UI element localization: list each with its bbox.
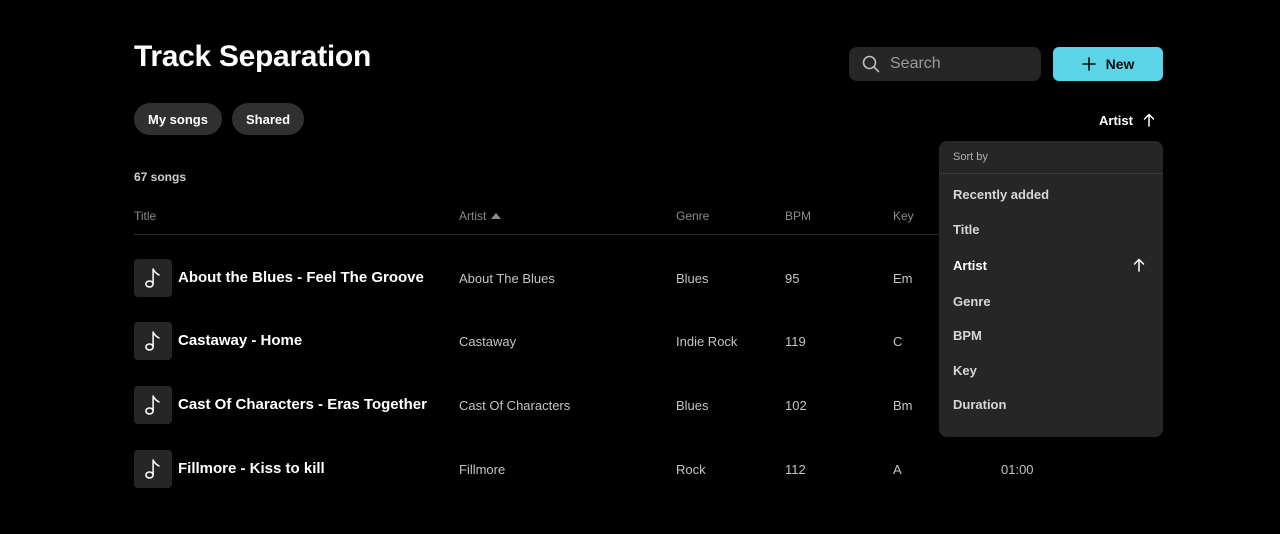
column-header-bpm-label: BPM (785, 209, 812, 223)
track-artist: Castaway (459, 334, 517, 349)
track-artist: Cast Of Characters (459, 398, 571, 413)
sort-option-artist[interactable]: Artist (939, 250, 1163, 280)
search-icon (862, 55, 880, 73)
column-header-genre[interactable]: Genre (676, 209, 709, 223)
sort-option-key[interactable]: Key (939, 355, 1163, 385)
track-genre: Blues (676, 398, 709, 413)
column-header-title[interactable]: Title (134, 209, 156, 223)
track-bpm: 119 (785, 334, 806, 349)
arrow-up-icon (1133, 258, 1145, 272)
track-key: Bm (893, 398, 913, 413)
new-button-label: New (1105, 56, 1135, 72)
filter-my-songs[interactable]: My songs (134, 103, 222, 135)
track-key: C (893, 334, 903, 349)
song-count: 67 songs (134, 170, 187, 184)
sort-control[interactable]: Artist (1099, 110, 1155, 130)
table-row[interactable]: Fillmore - Kiss to kill Fillmore Rock 11… (134, 450, 1163, 488)
track-bpm: 102 (785, 398, 807, 413)
sort-option-label: Key (953, 362, 977, 378)
sort-menu-divider (939, 173, 1163, 174)
sort-option-label: Artist (953, 257, 987, 273)
track-key: Em (893, 271, 913, 286)
column-header-bpm[interactable]: BPM (785, 209, 811, 223)
column-header-key-label: Key (893, 209, 914, 223)
column-header-artist-label: Artist (459, 209, 487, 223)
track-separation-page: Track Separation New My songs Shared Art… (0, 0, 1280, 534)
track-bpm: 95 (785, 271, 800, 286)
track-thumbnail (134, 322, 172, 360)
sort-current-label: Artist (1099, 112, 1133, 128)
track-title: Cast Of Characters - Eras Together (178, 396, 427, 413)
music-note-icon (145, 395, 160, 415)
track-thumbnail (134, 450, 172, 488)
track-key: A (893, 462, 902, 477)
sort-option-label: Recently added (953, 186, 1050, 202)
sort-ascending-icon (491, 213, 502, 219)
track-genre: Rock (676, 462, 706, 477)
sort-option-label: BPM (953, 327, 982, 343)
arrow-up-icon (1143, 113, 1155, 127)
track-thumbnail (134, 259, 172, 297)
plus-icon (1081, 57, 1096, 71)
music-note-icon (145, 331, 160, 351)
music-note-icon (145, 459, 160, 479)
sort-option-label: Genre (953, 293, 991, 309)
track-artist: About The Blues (459, 271, 555, 286)
track-genre: Indie Rock (676, 334, 738, 349)
track-thumbnail (134, 386, 172, 424)
column-header-genre-label: Genre (676, 209, 710, 223)
column-header-artist[interactable]: Artist (459, 209, 502, 223)
search-box[interactable] (849, 47, 1041, 81)
column-header-key[interactable]: Key (893, 209, 914, 223)
new-button[interactable]: New (1053, 47, 1163, 81)
track-genre: Blues (676, 271, 709, 286)
track-bpm: 112 (785, 462, 806, 477)
sort-option-title[interactable]: Title (939, 214, 1163, 244)
column-header-title-label: Title (134, 209, 157, 223)
filter-shared[interactable]: Shared (232, 103, 305, 135)
track-title: About the Blues - Feel The Groove (178, 269, 424, 286)
page-title: Track Separation (134, 40, 371, 73)
track-title: Castaway - Home (178, 332, 303, 349)
sort-menu: Sort by Recently added Title Artist Genr… (939, 141, 1163, 437)
sort-option-label: Title (953, 221, 980, 237)
sort-menu-label: Sort by (953, 151, 988, 163)
sort-option-genre[interactable]: Genre (939, 286, 1163, 316)
search-input[interactable] (890, 55, 1030, 73)
sort-option-duration[interactable]: Duration (939, 389, 1163, 419)
track-artist: Fillmore (459, 462, 506, 477)
music-note-icon (145, 268, 160, 288)
track-duration: 01:00 (1001, 462, 1034, 477)
track-title: Fillmore - Kiss to kill (178, 460, 325, 477)
sort-option-bpm[interactable]: BPM (939, 320, 1163, 350)
sort-option-label: Duration (953, 396, 1007, 412)
sort-option-recently-added[interactable]: Recently added (939, 179, 1163, 209)
